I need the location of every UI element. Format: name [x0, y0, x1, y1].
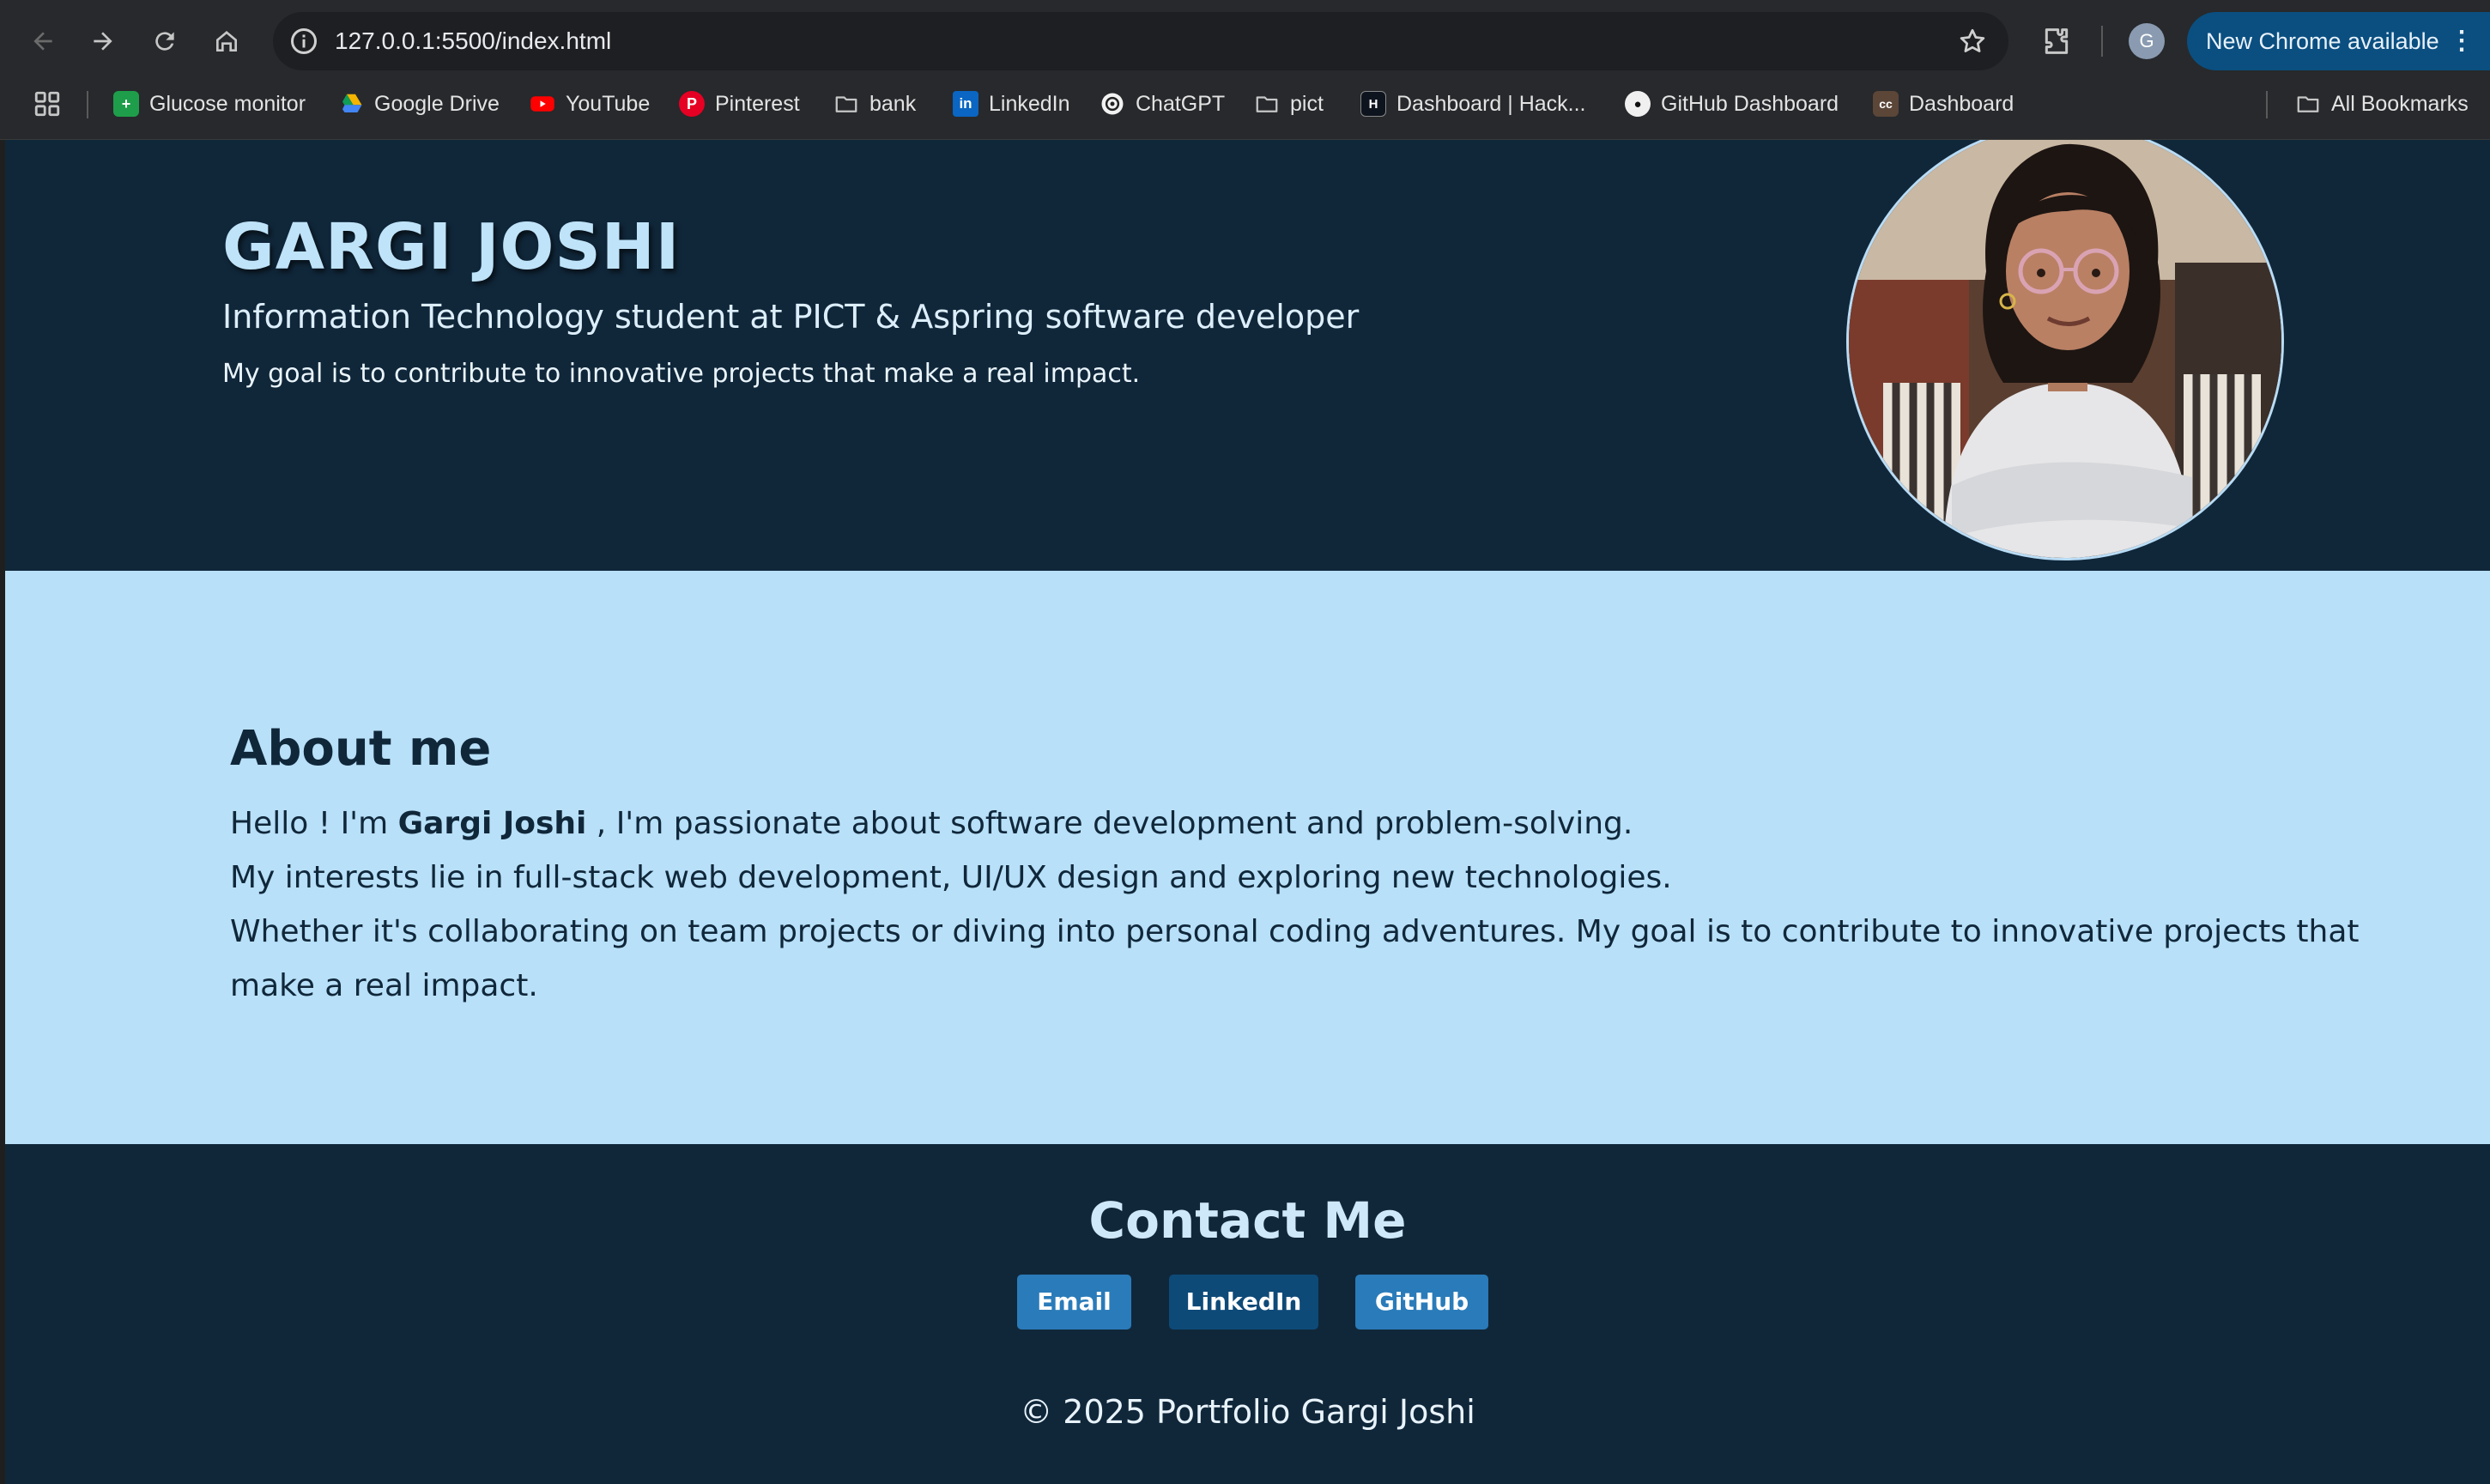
new-chrome-available-button[interactable]: New Chrome available ⋮ [2187, 12, 2490, 70]
bookmarks-divider [2266, 91, 2268, 118]
bookmark-label: Glucose monitor [149, 91, 306, 116]
back-arrow-icon [33, 32, 52, 51]
bookmark-label: bank [869, 91, 917, 116]
glucose-monitor-icon: + [113, 91, 139, 117]
profile-avatar[interactable]: G [2129, 23, 2165, 59]
back-button[interactable] [19, 17, 67, 65]
google-drive-icon [338, 91, 364, 117]
bookmark-star-icon[interactable] [1957, 26, 1988, 57]
about-line-1-prefix: Hello ! I'm [230, 806, 398, 841]
about-name-bold: Gargi Joshi [397, 806, 587, 841]
toolbar-divider [2101, 26, 2103, 57]
bookmark-github-dashboard[interactable]: ● GitHub Dashboard [1625, 86, 1839, 122]
hero-goal: My goal is to contribute to innovative p… [222, 359, 1141, 389]
kebab-menu-icon[interactable]: ⋮ [2449, 12, 2475, 70]
profile-photo-illustration [1849, 140, 2281, 558]
reload-icon [155, 32, 174, 51]
github-icon: ● [1625, 91, 1651, 117]
bookmark-label: Dashboard | Hack... [1396, 91, 1586, 116]
chatgpt-icon [1100, 91, 1125, 117]
bookmark-label: GitHub Dashboard [1661, 91, 1839, 116]
github-button[interactable]: GitHub [1355, 1275, 1488, 1330]
forward-arrow-icon [94, 32, 112, 51]
bookmark-label: Dashboard [1909, 91, 2014, 116]
all-bookmarks-button[interactable]: All Bookmarks [2295, 86, 2469, 122]
reload-button[interactable] [141, 17, 189, 65]
extensions-puzzle-icon[interactable] [2039, 24, 2074, 58]
hero-name: GARGI JOSHI [222, 210, 681, 284]
home-button[interactable] [203, 17, 251, 65]
hero-section: GARGI JOSHI Information Technology stude… [5, 140, 2490, 571]
hackerrank-icon: H [1360, 91, 1386, 117]
site-info-icon[interactable] [288, 26, 319, 57]
bookmark-google-drive[interactable]: Google Drive [338, 86, 500, 122]
browser-toolbar: 127.0.0.1:5500/index.html G New Chrome a… [0, 0, 2490, 82]
address-bar[interactable]: 127.0.0.1:5500/index.html [273, 12, 2008, 70]
about-line-1: Hello ! I'm Gargi Joshi , I'm passionate… [230, 797, 2393, 851]
bookmark-label: pict [1290, 91, 1324, 116]
bookmark-glucose-monitor[interactable]: + Glucose monitor [113, 86, 306, 122]
bookmark-folder-bank[interactable]: bank [833, 86, 916, 122]
bookmark-label: Pinterest [715, 91, 800, 116]
contact-title: Contact Me [1088, 1191, 1407, 1250]
forward-button[interactable] [79, 17, 127, 65]
bookmark-youtube[interactable]: YouTube [530, 86, 650, 122]
home-icon [216, 31, 237, 51]
bookmark-label: YouTube [566, 91, 651, 116]
email-button[interactable]: Email [1017, 1275, 1131, 1330]
bookmark-codechef-dashboard[interactable]: cc Dashboard [1873, 86, 2014, 122]
bookmark-folder-pict[interactable]: pict [1254, 86, 1324, 122]
update-label: New Chrome available [2206, 28, 2439, 54]
linkedin-icon: in [953, 91, 978, 117]
linkedin-button[interactable]: LinkedIn [1169, 1275, 1318, 1330]
profile-photo [1846, 140, 2284, 560]
bookmark-label: Google Drive [374, 91, 500, 116]
url-text[interactable]: 127.0.0.1:5500/index.html [335, 12, 611, 70]
about-line-1-suffix: , I'm passionate about software developm… [586, 806, 1633, 841]
youtube-icon [530, 91, 555, 117]
about-body: Hello ! I'm Gargi Joshi , I'm passionate… [230, 797, 2393, 1013]
about-line-3: Whether it's collaborating on team proje… [230, 914, 2360, 1003]
hero-subtitle: Information Technology student at PICT &… [222, 298, 1360, 336]
bookmark-pinterest[interactable]: P Pinterest [679, 86, 800, 122]
apps-grid-icon[interactable] [33, 89, 62, 118]
browser-chrome: 127.0.0.1:5500/index.html G New Chrome a… [0, 0, 2490, 140]
bookmark-label: ChatGPT [1136, 91, 1226, 116]
bookmark-linkedin[interactable]: in LinkedIn [953, 86, 1070, 122]
folder-icon [2295, 91, 2321, 117]
bookmark-label: LinkedIn [989, 91, 1070, 116]
about-line-2: My interests lie in full-stack web devel… [230, 860, 1672, 895]
about-section: About me Hello ! I'm Gargi Joshi , I'm p… [5, 571, 2490, 1144]
bookmarks-divider [87, 91, 88, 118]
folder-icon [833, 91, 859, 117]
pinterest-icon: P [679, 91, 705, 117]
codechef-icon: cc [1873, 91, 1899, 117]
folder-icon [1254, 91, 1280, 117]
bookmark-chatgpt[interactable]: ChatGPT [1100, 86, 1225, 122]
bookmark-hackerrank-dashboard[interactable]: H Dashboard | Hack... [1360, 86, 1585, 122]
all-bookmarks-label: All Bookmarks [2331, 91, 2469, 116]
copyright-text: © 2025 Portfolio Gargi Joshi [1020, 1393, 1475, 1431]
contact-section: Contact Me Email LinkedIn GitHub © 2025 … [5, 1144, 2490, 1484]
about-title: About me [230, 721, 492, 777]
portfolio-page: GARGI JOSHI Information Technology stude… [5, 140, 2490, 1484]
